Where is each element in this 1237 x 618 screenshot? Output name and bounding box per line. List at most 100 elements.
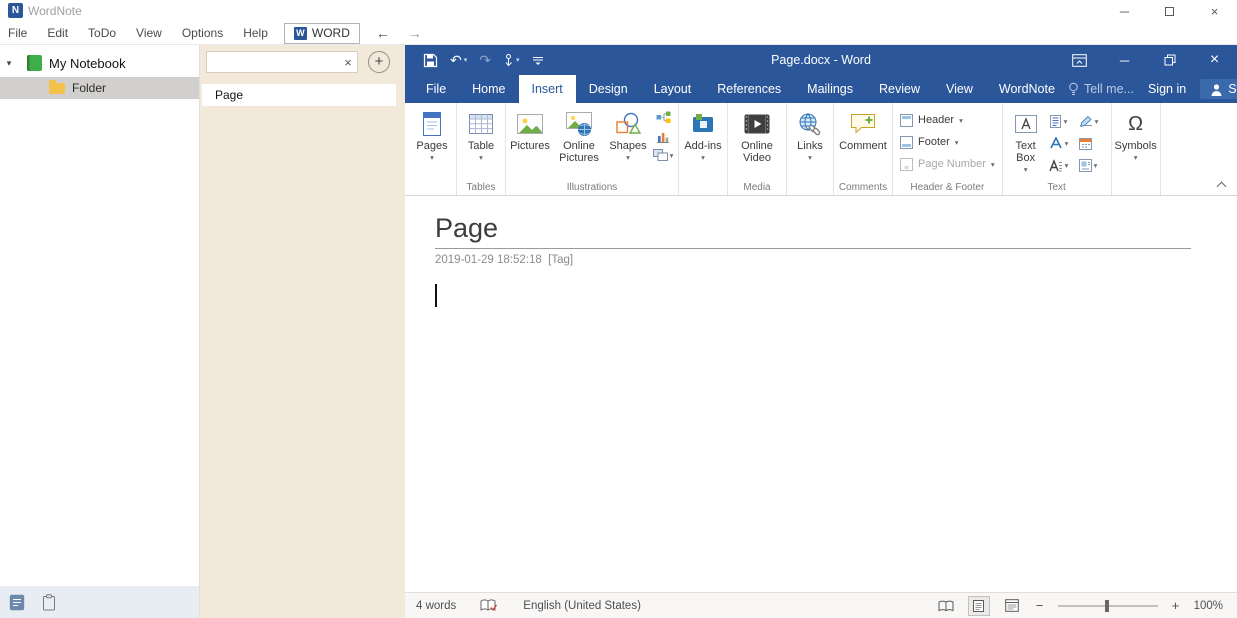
header-button[interactable]: Header ▾ xyxy=(895,110,1000,130)
document-heading[interactable]: Page xyxy=(435,213,1191,243)
quick-parts-button[interactable]: ▾ xyxy=(1049,115,1079,128)
word-count[interactable]: 4 words xyxy=(416,600,456,612)
tab-file[interactable]: File xyxy=(413,75,459,103)
app-close-button[interactable]: × xyxy=(1192,0,1237,22)
wordart-button[interactable]: ▾ xyxy=(1049,137,1079,149)
pictures-button[interactable]: Pictures xyxy=(508,105,552,152)
footer-button[interactable]: Footer ▾ xyxy=(895,132,1000,152)
document-title-block: Page xyxy=(435,213,1191,249)
print-layout-icon xyxy=(972,599,985,613)
folder-tree-item[interactable]: Folder xyxy=(0,77,199,99)
app-maximize-button[interactable] xyxy=(1147,0,1192,22)
app-minimize-button[interactable]: ─ xyxy=(1102,0,1147,22)
shapes-button[interactable]: Shapes ▾ xyxy=(606,105,650,162)
date-time-button[interactable] xyxy=(1079,137,1109,150)
web-layout-button[interactable] xyxy=(1002,597,1022,615)
nav-forward-button[interactable]: → xyxy=(408,25,422,41)
search-input[interactable] xyxy=(207,53,339,71)
table-button[interactable]: Table ▾ xyxy=(459,105,503,162)
proofing-status-button[interactable] xyxy=(480,599,497,612)
object-button[interactable]: ▾ xyxy=(1079,159,1109,172)
symbols-button[interactable]: Ω Symbols ▾ xyxy=(1114,105,1158,162)
comments-group-label: Comments xyxy=(834,182,892,193)
dropdown-icon: ▾ xyxy=(991,160,995,169)
page-number-button[interactable]: Page Number ▾ xyxy=(895,154,1000,174)
tab-review[interactable]: Review xyxy=(866,75,933,103)
online-video-button[interactable]: Online Video xyxy=(730,105,784,164)
chart-button[interactable] xyxy=(656,130,670,143)
zoom-out-button[interactable]: − xyxy=(1035,598,1045,613)
comment-button[interactable]: Comment xyxy=(836,105,890,152)
save-button[interactable] xyxy=(423,53,438,68)
undo-icon: ↶ xyxy=(450,53,462,67)
zoom-percentage[interactable]: 100% xyxy=(1194,600,1223,612)
tell-me-box[interactable]: Tell me... xyxy=(1068,82,1134,96)
menu-help[interactable]: Help xyxy=(233,22,278,44)
word-close-button[interactable]: × xyxy=(1192,45,1237,75)
read-mode-button[interactable] xyxy=(936,597,956,615)
notebook-tree-item[interactable]: ▾ My Notebook xyxy=(0,51,199,75)
notes-icon xyxy=(9,594,25,611)
zoom-in-button[interactable]: + xyxy=(1171,598,1181,613)
share-button[interactable]: Share xyxy=(1200,79,1237,99)
drop-cap-button[interactable]: ▾ xyxy=(1049,159,1079,172)
tab-view[interactable]: View xyxy=(933,75,986,103)
links-button[interactable]: Links ▾ xyxy=(789,105,831,162)
tab-layout[interactable]: Layout xyxy=(641,75,705,103)
online-pictures-button[interactable]: Online Pictures xyxy=(552,105,606,164)
word-mode-tab[interactable]: W WORD xyxy=(284,23,360,44)
proofing-icon xyxy=(480,599,497,612)
addins-button[interactable]: Add-ins ▾ xyxy=(681,105,725,162)
collapse-ribbon-button[interactable] xyxy=(1218,183,1225,190)
tab-design[interactable]: Design xyxy=(576,75,641,103)
customize-qat-button[interactable] xyxy=(532,55,544,66)
dropdown-icon: ▾ xyxy=(808,154,812,162)
document-canvas[interactable]: Page 2019-01-29 18:52:18 [Tag] xyxy=(405,196,1237,592)
menu-edit[interactable]: Edit xyxy=(37,22,78,44)
menu-view[interactable]: View xyxy=(126,22,172,44)
pages-button[interactable]: Pages ▾ xyxy=(410,105,454,162)
omega-symbol-icon: Ω xyxy=(1128,108,1143,140)
clipboard-button[interactable] xyxy=(42,594,56,611)
zoom-slider[interactable] xyxy=(1058,605,1158,607)
sign-in-button[interactable]: Sign in xyxy=(1148,82,1186,96)
word-restore-button[interactable] xyxy=(1147,45,1192,75)
table-button-label: Table xyxy=(468,140,494,152)
media-group-label: Media xyxy=(728,182,786,193)
print-layout-button[interactable] xyxy=(969,597,989,615)
tab-references[interactable]: References xyxy=(704,75,794,103)
expand-caret-icon[interactable]: ▾ xyxy=(0,58,18,69)
add-page-button[interactable]: + xyxy=(368,51,390,73)
clear-search-icon[interactable]: × xyxy=(339,55,357,70)
zoom-slider-thumb[interactable] xyxy=(1105,600,1109,612)
ribbon-display-options-button[interactable] xyxy=(1057,45,1102,75)
tab-insert[interactable]: Insert xyxy=(519,75,576,103)
language-status[interactable]: English (United States) xyxy=(523,600,641,612)
signature-line-button[interactable]: ▾ xyxy=(1079,115,1109,127)
menu-todo[interactable]: ToDo xyxy=(78,22,126,44)
smartart-button[interactable] xyxy=(656,111,671,124)
tab-wordnote[interactable]: WordNote xyxy=(986,75,1068,103)
nav-back-button[interactable]: ← xyxy=(376,25,390,41)
restore-icon xyxy=(1164,54,1176,66)
notes-view-button[interactable] xyxy=(9,594,25,611)
tell-me-label: Tell me... xyxy=(1084,82,1134,96)
word-minimize-button[interactable]: ─ xyxy=(1102,45,1147,75)
dropdown-icon: ▾ xyxy=(955,138,959,147)
ribbon-group-header-footer: Header ▾ Footer ▾ Page Number ▾ Header &… xyxy=(893,103,1003,195)
dropdown-icon: ▾ xyxy=(1065,161,1069,170)
ribbon-group-links: Links ▾ xyxy=(787,103,834,195)
menu-file[interactable]: File xyxy=(0,22,37,44)
text-small-buttons: ▾ ▾ ▾ ▾ ▾ xyxy=(1049,105,1109,176)
redo-button[interactable]: ↷ xyxy=(479,53,491,67)
tab-home[interactable]: Home xyxy=(459,75,518,103)
touch-mode-button[interactable]: ▾ xyxy=(503,53,520,67)
document-meta[interactable]: 2019-01-29 18:52:18 [Tag] xyxy=(435,254,1237,266)
screenshot-button[interactable]: ▾ xyxy=(653,149,674,161)
tab-mailings[interactable]: Mailings xyxy=(794,75,866,103)
wordart-icon xyxy=(1049,137,1063,149)
page-list-item[interactable]: Page xyxy=(202,84,396,106)
text-box-button[interactable]: Text Box ▾ xyxy=(1005,105,1047,174)
menu-options[interactable]: Options xyxy=(172,22,233,44)
undo-button[interactable]: ↶▾ xyxy=(450,53,467,67)
